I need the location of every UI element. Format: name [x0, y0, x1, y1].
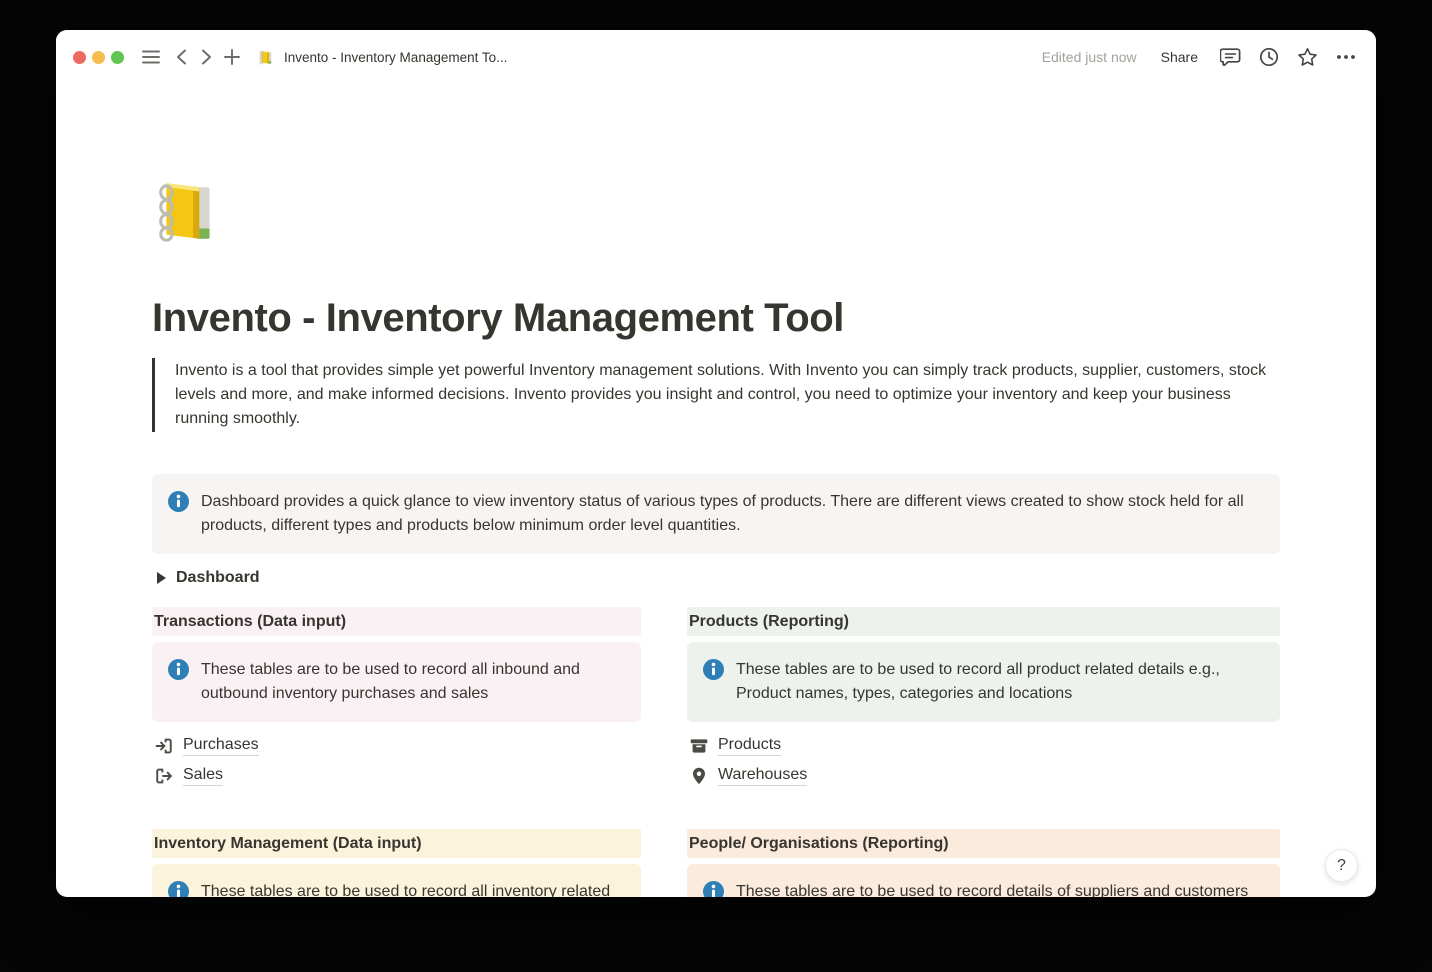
page-link-label: Purchases [183, 736, 259, 756]
page-link-label: Products [718, 736, 781, 756]
section-title: Transactions (Data input) [154, 613, 346, 631]
breadcrumb[interactable]: Invento - Inventory Management To... [258, 49, 507, 66]
import-icon [154, 736, 174, 756]
callout-text: These tables are to be used to record al… [201, 880, 625, 897]
info-icon [703, 881, 724, 897]
transactions-links: Purchases Sales [152, 731, 641, 791]
section-header-people-organisations: People/ Organisations (Reporting) [687, 829, 1280, 858]
page-link-sales[interactable]: Sales [152, 761, 641, 791]
left-column: Transactions (Data input) These tables a… [152, 607, 641, 897]
transactions-callout: These tables are to be used to record al… [152, 642, 641, 722]
notebook-icon [258, 49, 275, 66]
callout-text: These tables are to be used to record al… [201, 658, 625, 706]
products-links: Products Warehouses [687, 731, 1280, 791]
toggle-arrow-icon [157, 572, 166, 584]
edited-status: Edited just now [1042, 49, 1137, 65]
page-notebook-icon[interactable] [152, 175, 226, 249]
section-title: Inventory Management (Data input) [154, 835, 422, 853]
page-link-purchases[interactable]: Purchases [152, 731, 641, 761]
callout-text: Dashboard provides a quick glance to vie… [201, 490, 1264, 538]
help-button[interactable]: ? [1325, 849, 1358, 882]
comments-icon[interactable] [1220, 47, 1241, 67]
right-column: Products (Reporting) These tables are to… [687, 607, 1280, 897]
sidebar-menu-icon[interactable] [142, 50, 160, 64]
page-link-label: Sales [183, 766, 223, 786]
history-icon[interactable] [1259, 47, 1279, 67]
app-window: Invento - Inventory Management To... Edi… [56, 30, 1376, 897]
favorite-star-icon[interactable] [1297, 47, 1318, 67]
page-content: Invento - Inventory Management Tool Inve… [56, 84, 1376, 897]
section-title: People/ Organisations (Reporting) [689, 835, 949, 853]
page-link-warehouses[interactable]: Warehouses [687, 761, 1280, 791]
tab-title: Invento - Inventory Management To... [284, 50, 507, 65]
info-icon [168, 491, 189, 512]
dashboard-toggle[interactable]: Dashboard [152, 567, 1280, 589]
titlebar: Invento - Inventory Management To... Edi… [56, 30, 1376, 84]
products-callout: These tables are to be used to record al… [687, 642, 1280, 722]
page-title[interactable]: Invento - Inventory Management Tool [152, 294, 1280, 342]
export-icon [154, 766, 174, 786]
section-title: Products (Reporting) [689, 613, 849, 631]
forward-icon[interactable] [201, 49, 212, 65]
info-icon [703, 659, 724, 680]
page-link-label: Warehouses [718, 766, 807, 786]
new-tab-icon[interactable] [224, 49, 240, 65]
traffic-lights [73, 51, 124, 64]
location-pin-icon [689, 766, 709, 786]
intro-quote-block: Invento is a tool that provides simple y… [152, 358, 1280, 432]
page-link-products[interactable]: Products [687, 731, 1280, 761]
people-organisations-callout: These tables are to be used to record de… [687, 864, 1280, 897]
section-header-transactions: Transactions (Data input) [152, 607, 641, 636]
minimize-window-button[interactable] [92, 51, 105, 64]
section-header-products: Products (Reporting) [687, 607, 1280, 636]
info-icon [168, 659, 189, 680]
two-column-layout: Transactions (Data input) These tables a… [152, 607, 1280, 897]
callout-text: These tables are to be used to record de… [736, 880, 1248, 897]
close-window-button[interactable] [73, 51, 86, 64]
toggle-label: Dashboard [176, 569, 260, 587]
section-header-inventory-management: Inventory Management (Data input) [152, 829, 641, 858]
inventory-management-callout: These tables are to be used to record al… [152, 864, 641, 897]
callout-text: These tables are to be used to record al… [736, 658, 1264, 706]
box-icon [689, 736, 709, 756]
share-button[interactable]: Share [1161, 49, 1198, 65]
more-options-icon[interactable] [1336, 54, 1356, 60]
zoom-window-button[interactable] [111, 51, 124, 64]
info-icon [168, 881, 189, 897]
dashboard-callout: Dashboard provides a quick glance to vie… [152, 474, 1280, 554]
back-icon[interactable] [176, 49, 187, 65]
